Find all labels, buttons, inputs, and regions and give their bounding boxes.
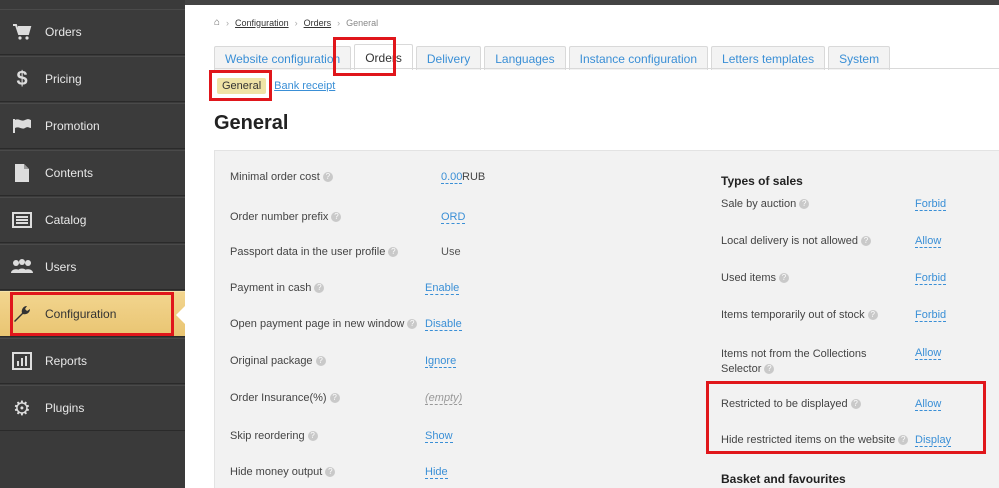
setting-label: Payment in cash?: [230, 282, 325, 294]
sidebar-item-promotion[interactable]: Promotion: [0, 103, 185, 149]
sidebar-item-label: Reports: [45, 354, 88, 368]
minimal-order-cost-value[interactable]: 0.00: [441, 171, 463, 184]
tab-website-configuration[interactable]: Website configuration: [214, 46, 352, 70]
passport-data-value: Use: [441, 246, 461, 258]
subtabs: General Bank receipt: [217, 78, 335, 94]
sidebar-item-label: Configuration: [45, 307, 117, 321]
help-icon[interactable]: ?: [322, 172, 333, 183]
help-icon[interactable]: ?: [331, 212, 342, 223]
sidebar-item-contents[interactable]: Contents: [0, 150, 185, 196]
help-icon[interactable]: ?: [860, 236, 871, 247]
top-bar: [185, 0, 999, 5]
setting-label: Hide restricted items on the website?: [721, 434, 909, 446]
types-of-sales-heading: Types of sales: [721, 174, 803, 188]
used-items-value[interactable]: Forbid: [915, 272, 947, 285]
setting-label: Open payment page in new window?: [230, 318, 418, 330]
tab-orders[interactable]: Orders: [354, 44, 413, 70]
sidebar-item-label: Catalog: [45, 213, 87, 227]
payment-in-cash-value[interactable]: Enable: [425, 282, 460, 295]
users-icon: [11, 256, 33, 278]
active-pointer: [176, 305, 186, 325]
help-icon[interactable]: ?: [325, 467, 336, 478]
help-icon[interactable]: ?: [314, 283, 325, 294]
cart-icon: [11, 21, 33, 43]
home-icon[interactable]: ⌂: [214, 17, 220, 28]
setting-label: Used items?: [721, 272, 790, 284]
tab-underline: [214, 68, 999, 69]
gear-icon: ⚙: [13, 397, 31, 420]
sidebar-item-label: Pricing: [45, 72, 82, 86]
document-icon: [11, 162, 33, 184]
currency-label: RUB: [462, 171, 486, 183]
setting-label: Passport data in the user profile?: [230, 246, 399, 258]
setting-label: Items not from the Collections Selector?: [721, 348, 867, 375]
order-insurance-value[interactable]: (empty): [425, 392, 463, 405]
tab-letters-templates[interactable]: Letters templates: [711, 46, 826, 70]
hide-money-output-value[interactable]: Hide: [425, 466, 448, 479]
help-icon[interactable]: ?: [779, 273, 790, 284]
breadcrumb-current: General: [346, 17, 379, 28]
sidebar-item-pricing[interactable]: $ Pricing: [0, 56, 185, 102]
collections-selector-value[interactable]: Allow: [915, 347, 942, 360]
sidebar: Orders $ Pricing Promotion Contents Cata…: [0, 0, 186, 488]
sidebar-item-label: Contents: [45, 166, 94, 180]
restricted-displayed-value[interactable]: Allow: [915, 398, 942, 411]
setting-label: Skip reordering?: [230, 430, 318, 442]
help-icon[interactable]: ?: [850, 399, 861, 410]
tab-languages[interactable]: Languages: [484, 46, 566, 70]
sidebar-item-plugins[interactable]: ⚙ Plugins: [0, 385, 185, 431]
list-icon: [11, 209, 33, 231]
subtab-general[interactable]: General: [217, 78, 267, 94]
hide-restricted-items-value[interactable]: Display: [915, 434, 952, 447]
dollar-icon: $: [16, 67, 28, 90]
help-icon[interactable]: ?: [898, 435, 909, 446]
breadcrumb-orders[interactable]: Orders: [304, 18, 332, 28]
breadcrumb-configuration[interactable]: Configuration: [235, 18, 289, 28]
help-icon[interactable]: ?: [307, 431, 318, 442]
skip-reordering-value[interactable]: Show: [425, 430, 453, 443]
items-out-of-stock-value[interactable]: Forbid: [915, 309, 947, 322]
breadcrumb: ⌂ › Configuration › Orders › General: [214, 17, 379, 28]
setting-label: Restricted to be displayed?: [721, 398, 861, 410]
wrench-icon: [11, 303, 33, 325]
sidebar-item-catalog[interactable]: Catalog: [0, 197, 185, 243]
tab-instance-configuration[interactable]: Instance configuration: [568, 46, 709, 70]
sidebar-item-users[interactable]: Users: [0, 244, 185, 290]
setting-label: Order number prefix?: [230, 211, 342, 223]
help-icon[interactable]: ?: [799, 199, 810, 210]
original-package-value[interactable]: Ignore: [425, 355, 457, 368]
sidebar-item-label: Promotion: [45, 119, 100, 133]
help-icon[interactable]: ?: [329, 393, 340, 404]
sidebar-item-label: Plugins: [45, 401, 85, 415]
sidebar-item-label: Orders: [45, 25, 82, 39]
tab-bar: Website configuration Orders Delivery La…: [214, 44, 893, 70]
setting-label: Original package?: [230, 355, 326, 367]
basket-favourites-heading: Basket and favourites: [721, 472, 846, 486]
tab-delivery[interactable]: Delivery: [415, 46, 482, 70]
tab-system[interactable]: System: [828, 46, 891, 70]
open-payment-page-value[interactable]: Disable: [425, 318, 462, 331]
setting-label: Items temporarily out of stock?: [721, 309, 878, 321]
setting-label: Minimal order cost?: [230, 171, 333, 183]
sale-by-auction-value[interactable]: Forbid: [915, 198, 947, 211]
help-icon[interactable]: ?: [764, 364, 775, 375]
setting-label: Order Insurance(%)?: [230, 392, 340, 404]
page-title: General: [214, 112, 289, 134]
help-icon[interactable]: ?: [315, 356, 326, 367]
chart-icon: [11, 350, 33, 372]
sidebar-item-configuration[interactable]: Configuration: [0, 291, 185, 337]
help-icon[interactable]: ?: [867, 310, 878, 321]
sidebar-item-orders[interactable]: Orders: [0, 9, 185, 55]
order-number-prefix-value[interactable]: ORD: [441, 211, 466, 224]
local-delivery-value[interactable]: Allow: [915, 235, 942, 248]
help-icon[interactable]: ?: [407, 319, 418, 330]
help-icon[interactable]: ?: [388, 247, 399, 258]
setting-label: Hide money output?: [230, 466, 336, 478]
flag-icon: [11, 115, 33, 137]
setting-label: Sale by auction?: [721, 198, 810, 210]
sidebar-item-label: Users: [45, 260, 77, 274]
subtab-bank-receipt[interactable]: Bank receipt: [274, 80, 335, 92]
sidebar-item-reports[interactable]: Reports: [0, 338, 185, 384]
setting-label: Local delivery is not allowed?: [721, 235, 871, 247]
